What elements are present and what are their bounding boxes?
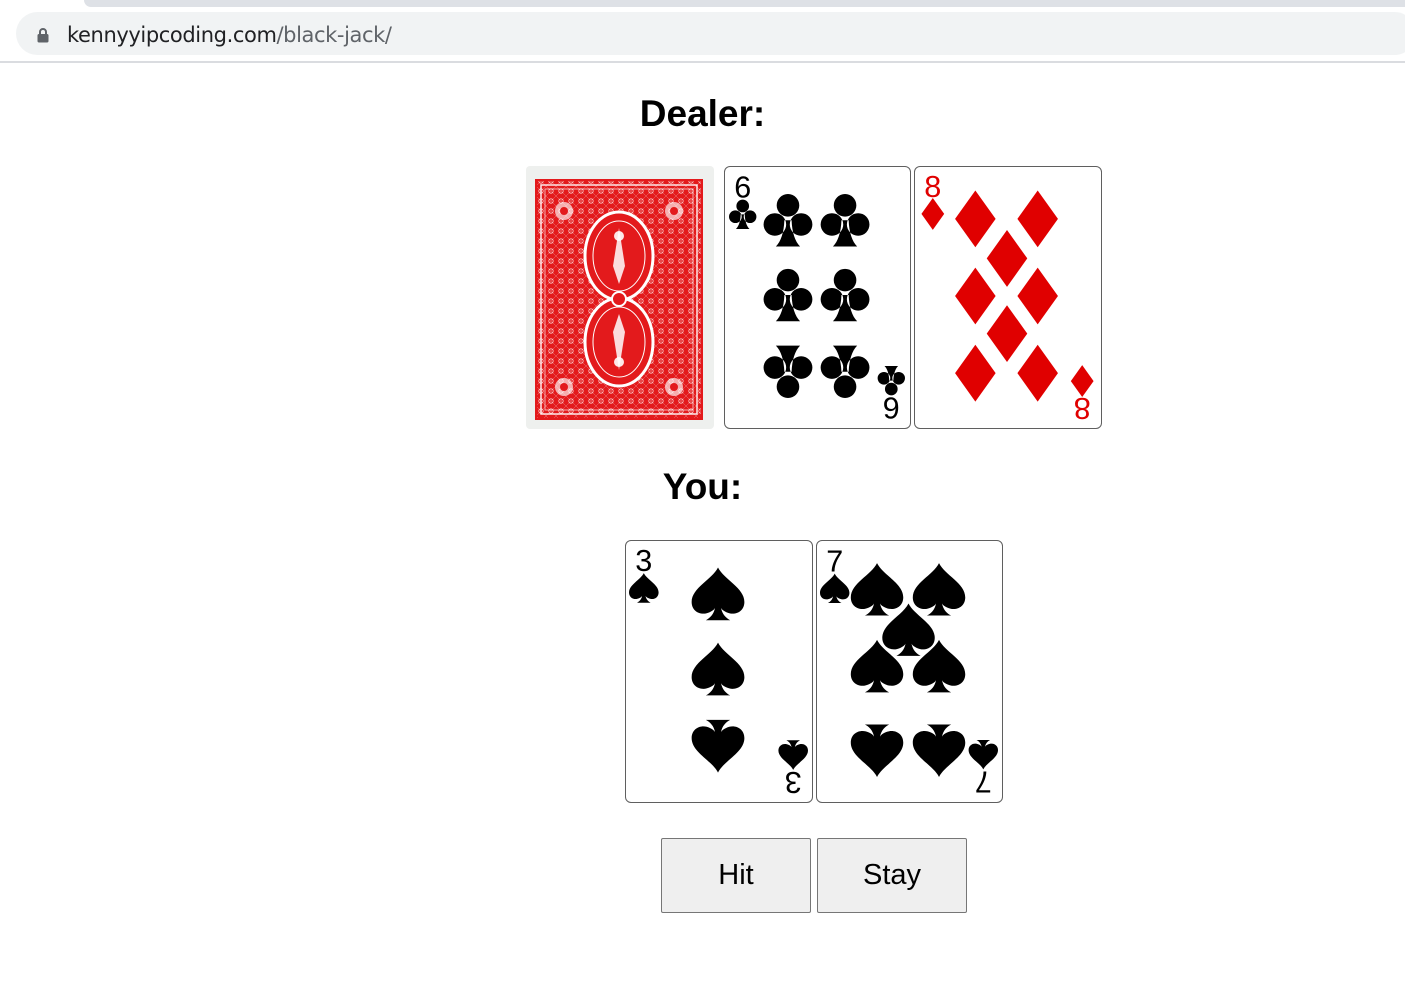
card-rank-top: 3 — [635, 544, 652, 578]
url-host: kennyyipcoding.com — [67, 23, 277, 47]
clubs-icon — [729, 199, 757, 230]
player-card-7-of-spades: 77 — [816, 540, 1003, 803]
card-back — [526, 166, 714, 429]
clubs-pip-icon — [763, 268, 813, 322]
clubs-icon — [877, 365, 905, 396]
dealer-heading: Dealer: — [639, 93, 766, 134]
spades-pip-icon — [912, 724, 966, 777]
hit-button[interactable]: Hit — [661, 838, 811, 913]
toolbar-divider — [0, 61, 1405, 63]
clubs-pip-icon — [763, 194, 813, 247]
spades-pip-icon — [882, 603, 935, 656]
clubs-pip-icon — [763, 345, 813, 399]
diamonds-pip-icon — [1017, 190, 1058, 248]
diamonds-pip-icon — [1017, 344, 1058, 402]
clubs-pip-icon — [820, 345, 870, 399]
clubs-pip-icon — [820, 194, 870, 247]
card-face: 66 — [729, 171, 905, 424]
tab-strip — [84, 0, 1405, 7]
spades-pip-icon — [912, 563, 966, 616]
card-rank-top: 6 — [734, 171, 751, 205]
diamonds-pip-icon — [986, 230, 1028, 287]
address-bar-url[interactable]: kennyyipcoding.com/black-jack/ — [67, 22, 392, 48]
card-face: 88 — [921, 170, 1094, 425]
spades-pip-icon — [850, 563, 904, 616]
card-rank-bottom: 3 — [785, 765, 802, 799]
card-rank-top: 7 — [826, 545, 843, 579]
dealer-card-8-of-diamonds: 88 — [914, 166, 1102, 429]
spades-pip-icon — [691, 567, 745, 621]
spades-pip-icon — [691, 719, 745, 773]
card-face: 33 — [629, 544, 808, 799]
dealer-card-6-of-clubs: 66 — [724, 166, 911, 429]
card-face: 77 — [820, 545, 999, 798]
diamonds-pip-icon — [955, 267, 996, 325]
spades-pip-icon — [850, 724, 904, 777]
spades-pip-icon — [691, 642, 745, 696]
spades-icon — [820, 573, 850, 604]
card-rank-bottom: 6 — [883, 390, 900, 424]
diamonds-pip-icon — [955, 344, 996, 402]
player-card-3-of-spades: 33 — [625, 540, 813, 803]
card-rank-bottom: 7 — [975, 764, 992, 798]
lock-icon — [37, 28, 49, 43]
spades-icon — [629, 573, 659, 603]
spades-icon — [778, 740, 808, 770]
diamonds-pip-icon — [955, 190, 996, 248]
clubs-pip-icon — [820, 268, 870, 322]
diamonds-pip-icon — [1017, 267, 1058, 325]
url-path: /black-jack/ — [276, 23, 392, 47]
player-heading: You: — [662, 466, 743, 507]
spades-icon — [968, 739, 999, 770]
card-back-design — [535, 179, 703, 420]
diamonds-pip-icon — [986, 305, 1028, 363]
stay-button[interactable]: Stay — [817, 838, 967, 913]
